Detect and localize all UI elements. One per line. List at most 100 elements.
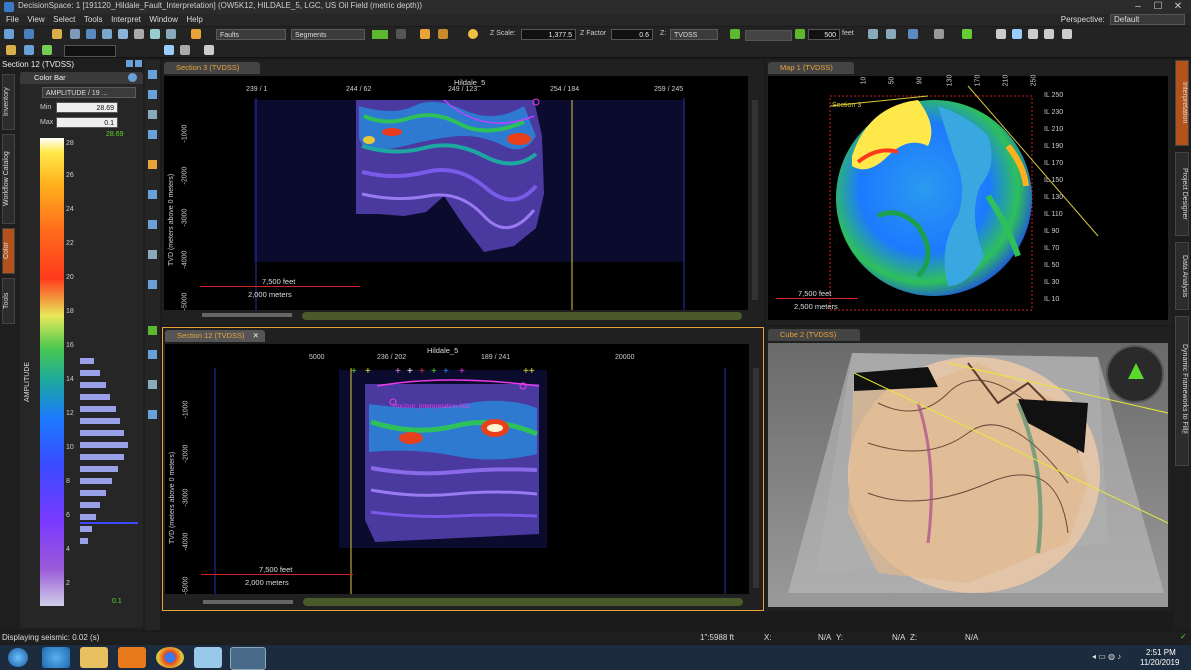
section3-hscroll[interactable] [302, 312, 742, 320]
section3-tab[interactable]: Section 3 (TVDSS) [164, 62, 260, 74]
panel-close-icon[interactable] [135, 60, 142, 67]
bookmark-icon[interactable] [908, 29, 918, 39]
tab-inventory[interactable]: Inventory [2, 74, 15, 130]
section12-hscroll[interactable] [303, 598, 743, 606]
decisionspace-taskbar-icon[interactable] [230, 647, 266, 670]
distance-input[interactable]: 500 [808, 29, 840, 40]
map1-surface[interactable] [768, 76, 1168, 320]
tool-icon[interactable] [148, 326, 157, 335]
tab-interpretation[interactable]: Interpretation [1175, 60, 1189, 146]
tab-color[interactable]: Color [2, 228, 15, 274]
section12-viewport[interactable]: Hildale_5 5000 236 / 202 189 / 241 20000… [165, 344, 749, 594]
color-dropdown-icon[interactable] [396, 29, 406, 39]
chart-icon[interactable] [24, 45, 34, 55]
perspective-dropdown[interactable]: Default [1110, 14, 1185, 25]
menu-file[interactable]: File [6, 14, 19, 26]
tab-data-analysis[interactable]: Data Analysis [1175, 242, 1189, 310]
map-icon[interactable] [86, 29, 96, 39]
undo-icon[interactable] [420, 29, 430, 39]
menu-interpret[interactable]: Interpret [111, 14, 141, 26]
section-icon[interactable] [118, 29, 128, 39]
start-button-icon[interactable] [8, 648, 28, 667]
menu-select[interactable]: Select [53, 14, 75, 26]
tab-tools[interactable]: Tools [2, 278, 15, 324]
play-back-icon[interactable] [730, 29, 740, 39]
maximize-icon[interactable]: ☐ [1148, 0, 1168, 13]
layout-icon-4[interactable] [1044, 29, 1054, 39]
pencil-icon[interactable] [191, 29, 201, 39]
section12-tab[interactable]: Section 12 (TVDSS) ✕ [165, 330, 265, 342]
tab-workflow-catalog[interactable]: Workflow Catalog [2, 134, 15, 224]
section3-zoom-slider[interactable] [202, 313, 292, 317]
tool-icon[interactable] [148, 220, 157, 229]
tool-icon[interactable] [148, 380, 157, 389]
menu-tools[interactable]: Tools [84, 14, 103, 26]
list-icon[interactable] [180, 45, 190, 55]
tool-icon[interactable] [148, 280, 157, 289]
z-domain-dropdown[interactable]: TVDSS [670, 29, 718, 40]
section3-seismic[interactable] [164, 76, 748, 310]
tab-dynamic-frameworks[interactable]: Dynamic Frameworks to Fill™ [1175, 316, 1189, 466]
minimize-icon[interactable]: – [1128, 0, 1148, 13]
print-icon[interactable] [134, 29, 144, 39]
nav-icon-2[interactable] [886, 29, 896, 39]
tool-icon[interactable] [148, 190, 157, 199]
nav-icon-1[interactable] [868, 29, 878, 39]
layout-icon-5[interactable] [1062, 29, 1072, 39]
segments-dropdown[interactable]: Segments [291, 29, 365, 40]
toolbar2-input[interactable] [64, 45, 116, 57]
attribute-dropdown[interactable]: AMPLITUDE / 19 ... [42, 87, 136, 98]
tool-icon[interactable] [42, 45, 52, 55]
cube-icon[interactable] [102, 29, 112, 39]
section3-vscroll[interactable] [752, 100, 758, 300]
export-icon[interactable] [164, 45, 174, 55]
tool-icon[interactable] [148, 130, 157, 139]
cube2-viewport[interactable] [768, 343, 1168, 607]
section12-close-icon[interactable]: ✕ [253, 331, 259, 340]
section12-seismic[interactable]: + + + + + + + + ++ [165, 344, 749, 594]
play-forward-icon[interactable] [795, 29, 805, 39]
tool-icon[interactable] [148, 90, 157, 99]
explorer-icon[interactable] [80, 647, 108, 668]
ie-icon[interactable] [42, 647, 70, 668]
menu-window[interactable]: Window [149, 14, 177, 26]
close-icon[interactable]: ✕ [1168, 0, 1188, 13]
redo-icon[interactable] [438, 29, 448, 39]
layout-icon-3[interactable] [1028, 29, 1038, 39]
tool-icon[interactable] [148, 110, 157, 119]
save-icon[interactable] [24, 29, 34, 39]
chrome-icon[interactable] [156, 647, 184, 668]
section12-zoom-slider[interactable] [203, 600, 293, 604]
tool-icon[interactable] [148, 350, 157, 359]
navigation-compass[interactable] [1106, 345, 1164, 403]
max-input[interactable]: 0.1 [56, 117, 118, 128]
menu-view[interactable]: View [27, 14, 44, 26]
tool-icon[interactable] [148, 160, 157, 169]
pick-icon[interactable] [962, 29, 972, 39]
tool-icon[interactable] [148, 410, 157, 419]
map1-viewport[interactable]: Section 3 IL 250 IL 230 IL 210 IL 190 IL… [768, 75, 1168, 320]
min-input[interactable]: 28.69 [56, 102, 118, 113]
section12-vscroll[interactable] [753, 368, 759, 588]
layout-icon-1[interactable] [996, 29, 1006, 39]
z-scale-input[interactable]: 1,377.5 [521, 29, 576, 40]
section3-viewport[interactable]: Hildale_5 239 / 1 244 / 62 249 / 123 254… [164, 76, 748, 310]
colorbar-help-icon[interactable] [128, 73, 137, 82]
media-player-icon[interactable] [118, 647, 146, 668]
camera-icon[interactable] [150, 29, 160, 39]
grid-icon[interactable] [70, 29, 80, 39]
panel-pin-icon[interactable] [126, 60, 133, 67]
colorbar-gradient[interactable] [40, 138, 64, 606]
perspective-selector[interactable]: Perspective: Default [1061, 14, 1185, 25]
color-swatch[interactable] [372, 30, 388, 39]
slider-track[interactable] [745, 30, 792, 41]
new-icon[interactable] [4, 29, 14, 39]
tool-icon[interactable] [148, 250, 157, 259]
columns-icon[interactable] [204, 45, 214, 55]
map1-tab[interactable]: Map 1 (TVDSS) [768, 62, 854, 74]
folder-icon[interactable] [52, 29, 62, 39]
gear-icon[interactable] [6, 45, 16, 55]
paint-icon[interactable] [194, 647, 222, 668]
window-icon[interactable] [166, 29, 176, 39]
tray-icons[interactable]: ◂ ▭ ◍ ♪ [1092, 652, 1132, 662]
